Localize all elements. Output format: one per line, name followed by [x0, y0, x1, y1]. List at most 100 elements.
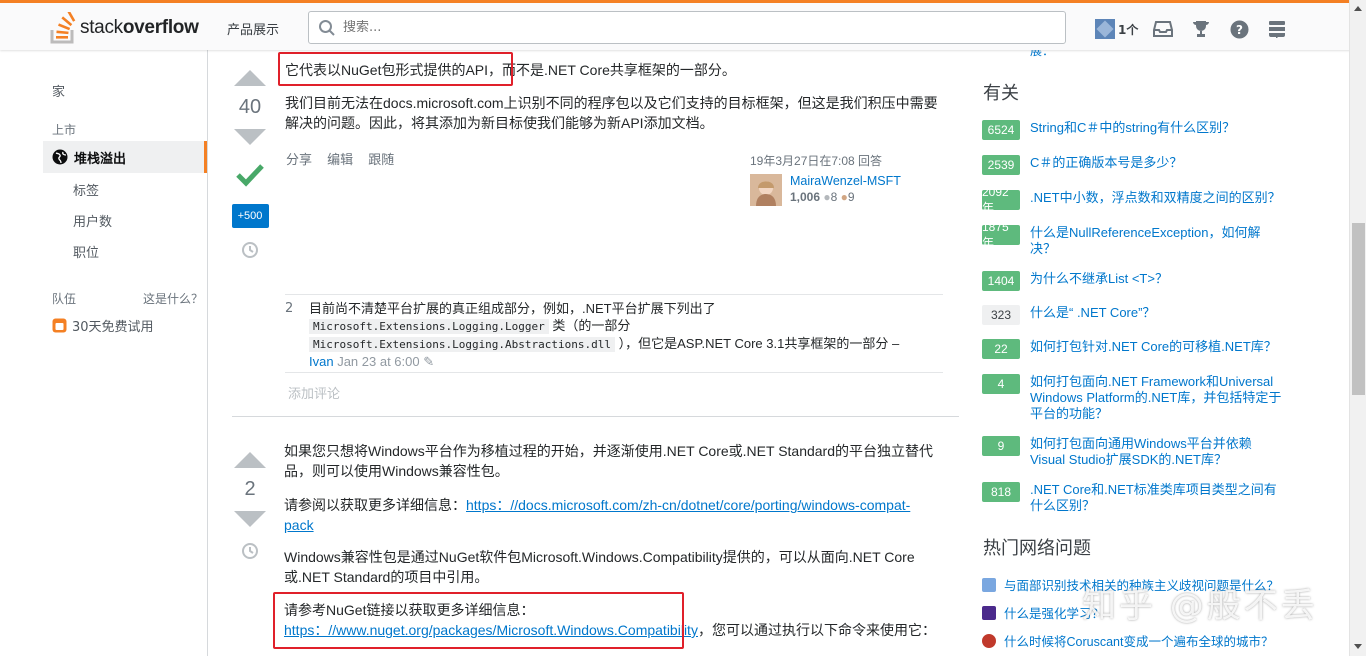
downvote-button[interactable]	[234, 511, 266, 527]
scroll-up-arrow-icon[interactable]	[1354, 6, 1362, 11]
nav-jobs[interactable]: 职位	[73, 242, 99, 261]
accepted-check-icon	[236, 164, 264, 187]
silver-count: 8	[830, 190, 838, 204]
comment-body: 目前尚不清楚平台扩展的真正组成部分，例如，.NET平台扩展下列出了 Micros…	[309, 300, 943, 370]
pencil-icon[interactable]: ✎	[423, 354, 434, 369]
share-link[interactable]: 分享	[286, 153, 312, 168]
related-link[interactable]: 为什么不继承List <T>？	[1030, 271, 1285, 291]
follow-link[interactable]: 跟随	[368, 153, 394, 168]
related-count: 9	[982, 436, 1020, 456]
related-item[interactable]: 22 如何打包针对.NET Core的可移植.NET库？	[982, 339, 1302, 359]
related-item[interactable]: 1875年 什么是NullReferenceException，如何解决？	[982, 220, 1302, 257]
right-sidebar: 展： 有关 6524 String和C＃中的string有什么区别？ 2539 C＃…	[982, 44, 1302, 656]
history-icon[interactable]	[240, 240, 260, 260]
teams-trial-link[interactable]: 30天免费试用	[52, 316, 154, 335]
left-sidebar: 家 上市 堆栈溢出 标签 用户数 职位 队伍 这是什么？ 30天免费试用	[0, 50, 208, 656]
user-name-link[interactable]: MairaWenzel-MSFT	[790, 174, 901, 188]
help-button[interactable]: ?	[1220, 13, 1258, 45]
related-heading: 有关	[983, 83, 1019, 103]
answer2-para1: 如果您只想将Windows平台作为移植过程的开始，并逐渐使用.NET Core或…	[284, 443, 934, 479]
add-comment-link[interactable]: 添加评论	[288, 383, 340, 402]
answer2-vote-count: 2	[244, 478, 256, 500]
nav-home[interactable]: 家	[52, 81, 65, 100]
stackoverflow-logo[interactable]: stackoverflow	[50, 11, 199, 45]
related-item[interactable]: 4 如何打包面向.NET Framework和Universal Windows …	[982, 374, 1302, 422]
trophy-icon	[1193, 21, 1210, 37]
answer2-para3: Windows兼容性包是通过NuGet软件包Microsoft.Windows.…	[284, 549, 915, 585]
search-input[interactable]	[343, 20, 1043, 35]
answer1-para2: 我们目前无法在docs.microsoft.com上识别不同的程序包以及它们支持…	[285, 95, 938, 131]
related-link[interactable]: 什么是NullReferenceException，如何解决？	[1030, 225, 1285, 257]
site-favicon-icon	[982, 633, 996, 648]
top-bar: stackoverflow 产品展示 1个 ?	[0, 0, 1366, 50]
downvote-button[interactable]	[234, 129, 266, 145]
related-link[interactable]: 如何打包面向.NET Framework和Universal Windows P…	[1030, 374, 1285, 422]
site-favicon-icon	[982, 577, 996, 592]
logo-text: stackoverflow	[80, 17, 199, 38]
answer2-para2-text: 请参阅以获取更多详细信息：	[284, 497, 466, 513]
search-bar[interactable]	[308, 11, 1066, 44]
comments-bottom-divider	[285, 372, 943, 373]
scroll-down-arrow-icon[interactable]	[1354, 644, 1362, 649]
site-favicon-icon	[982, 605, 996, 620]
page-scrollbar[interactable]	[1349, 0, 1366, 656]
user-avatar[interactable]	[750, 174, 782, 206]
related-link[interactable]: .NET中小数，浮点数和双精度之间的区别？	[1030, 190, 1285, 210]
red-highlight-box	[278, 52, 513, 86]
search-icon	[319, 19, 335, 36]
comment-text-1: 目前尚不清楚平台扩展的真正组成部分，例如，.NET平台扩展下列出了	[309, 301, 716, 316]
related-count: 818	[982, 482, 1020, 502]
nav-tags[interactable]: 标签	[73, 180, 99, 199]
briefcase-icon	[52, 318, 67, 333]
achievements-button[interactable]	[1182, 13, 1220, 45]
nav-stackoverflow-label: 堆栈溢出	[74, 151, 127, 167]
user-reputation-row: 1,006 ●8 ●9	[790, 190, 901, 204]
inbox-button[interactable]	[1144, 13, 1182, 45]
user-rep: 1,006	[790, 190, 821, 204]
edit-link[interactable]: 编辑	[327, 153, 353, 168]
hot-question-item[interactable]: 什么时候将Coruscant变成一个遍布全球的城市？	[982, 631, 1302, 650]
whats-this-link[interactable]: 这是什么？	[143, 290, 203, 307]
history-icon[interactable]	[240, 541, 260, 561]
hot-questions-heading: 热门网络问题	[983, 538, 1091, 558]
hot-question-link[interactable]: 什么时候将Coruscant变成一个遍布全球的城市？	[1004, 631, 1273, 650]
related-count: 22	[982, 339, 1020, 359]
related-item[interactable]: 9 如何打包面向通用Windows平台并依赖Visual Studio扩展SDK的…	[982, 436, 1302, 468]
nav-stackoverflow[interactable]: 堆栈溢出	[43, 141, 207, 173]
answer-divider	[232, 416, 959, 417]
scrollbar-thumb[interactable]	[1352, 223, 1365, 395]
bounty-badge: +500	[231, 204, 269, 228]
globe-icon	[52, 149, 68, 165]
related-count: 6524	[982, 120, 1020, 140]
related-link[interactable]: C＃的正确版本号是多少？	[1030, 155, 1285, 175]
related-link[interactable]: 什么是“ .NET Core”？	[1030, 305, 1285, 325]
related-link[interactable]: 如何打包面向通用Windows平台并依赖Visual Studio扩展SDK的.…	[1030, 436, 1285, 468]
answer2-para2: 请参阅以获取更多详细信息：https：//docs.microsoft.com/…	[284, 495, 939, 535]
related-item[interactable]: 1404 为什么不继承List <T>？	[982, 271, 1302, 291]
related-link[interactable]: String和C＃中的string有什么区别？	[1030, 120, 1285, 140]
related-item[interactable]: 2539 C＃的正确版本号是多少？	[982, 155, 1302, 175]
site-switcher-button[interactable]	[1258, 13, 1296, 45]
related-count: 2092年	[982, 185, 1020, 215]
answered-time: 19年3月27日在7:08 回答	[750, 154, 883, 168]
products-menu[interactable]: 产品展示	[218, 15, 288, 42]
comment-author-link[interactable]: Ivan	[309, 354, 334, 369]
answer1-line1-rest: ，而不是.NET Core共享框架的一部分。	[488, 62, 736, 78]
upvote-button[interactable]	[234, 70, 266, 86]
upvote-button[interactable]	[234, 452, 266, 468]
comment: 2 目前尚不清楚平台扩展的真正组成部分，例如，.NET平台扩展下列出了 Micr…	[285, 300, 943, 370]
nav-users[interactable]: 用户数	[73, 211, 112, 230]
related-item[interactable]: 818 .NET Core和.NET标准类库项目类型之间有什么区别？	[982, 482, 1302, 514]
related-item[interactable]: 6524 String和C＃中的string有什么区别？	[982, 120, 1302, 140]
comment-score: 2	[285, 301, 294, 316]
related-count: 323	[982, 305, 1020, 325]
related-item[interactable]: 323 什么是“ .NET Core”？	[982, 305, 1302, 325]
user-card: 19年3月27日在7:08 回答 MairaWenzel-MSFT 1,006 …	[750, 152, 950, 206]
related-link[interactable]: .NET Core和.NET标准类库项目类型之间有什么区别？	[1030, 482, 1285, 514]
related-link[interactable]: 如何打包针对.NET Core的可移植.NET库？	[1030, 339, 1285, 359]
comment-code-2: Microsoft.Extensions.Logging.Abstraction…	[309, 337, 616, 352]
zhihu-watermark: 知乎 @般不丢	[1082, 586, 1318, 626]
answer2-vote-cell: 2	[228, 452, 272, 565]
related-item[interactable]: 2092年 .NET中小数，浮点数和双精度之间的区别？	[982, 185, 1302, 215]
stack-exchange-icon	[1269, 21, 1286, 38]
